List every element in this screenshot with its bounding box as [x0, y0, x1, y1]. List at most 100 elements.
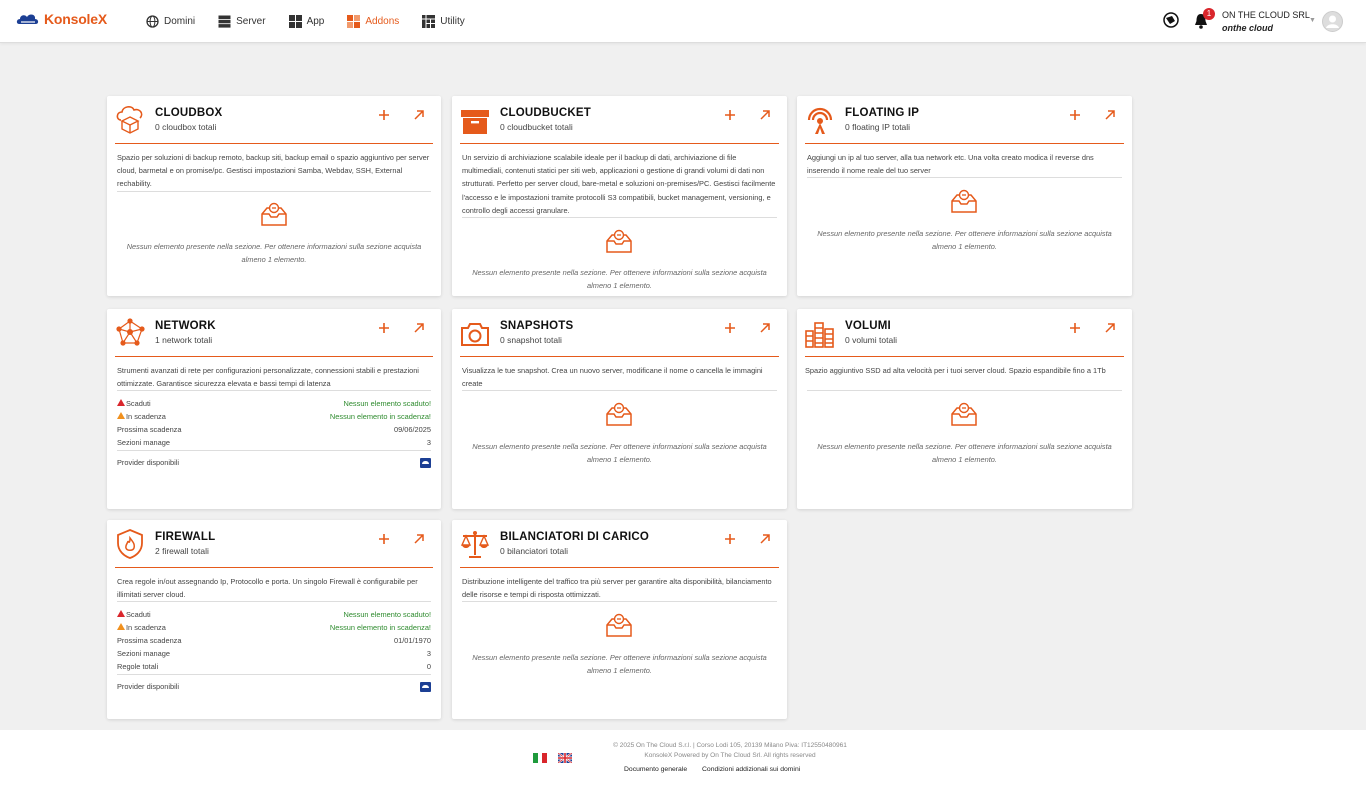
nav-item-app[interactable]: App [288, 15, 324, 28]
card-count: 0 volumi totali [845, 335, 897, 345]
arrow-up-right-icon[interactable] [759, 109, 771, 121]
company-switcher[interactable]: ON THE CLOUD SRL onthe cloud [1222, 9, 1310, 35]
nav-item-server[interactable]: Server [218, 15, 266, 28]
empty-inbox-icon [951, 402, 977, 426]
stat-expired: Scaduti Nessun elemento scaduto! [117, 608, 431, 621]
plus-icon[interactable] [1068, 108, 1082, 122]
card-description: Spazio aggiuntivo SSD ad alta velocità p… [805, 366, 1106, 375]
provider-logo[interactable] [420, 682, 431, 692]
avatar[interactable] [1322, 11, 1343, 32]
card-snapshots: SNAPSHOTS 0 snapshot totali Visualizza l… [452, 309, 787, 509]
warning-red-icon [117, 610, 125, 617]
arrow-up-right-icon[interactable] [413, 109, 425, 121]
stat-label: Scaduti [126, 399, 151, 408]
card-description: Spazio per soluzioni di backup remoto, b… [117, 153, 430, 189]
card-count: 0 bilanciatori totali [500, 546, 569, 556]
stat-label: In scadenza [126, 412, 166, 421]
card-header: CLOUDBUCKET 0 cloudbucket totali [460, 96, 779, 144]
card-header: SNAPSHOTS 0 snapshot totali [460, 309, 779, 357]
plus-icon[interactable] [377, 108, 391, 122]
divider [117, 674, 431, 675]
utility-icon [422, 15, 436, 28]
card-firewall: FIREWALL 2 firewall totali Crea regole i… [107, 520, 441, 719]
stat-value: 3 [426, 438, 431, 447]
stat-expiring: In scadenza Nessun elemento in scadenza! [117, 621, 431, 634]
stat-value: Nessun elemento in scadenza! [329, 412, 431, 421]
nav-item-addons[interactable]: Addons [347, 15, 399, 28]
stat-label: Sezioni manage [117, 649, 171, 658]
card-header: BILANCIATORI DI CARICO 0 bilanciatori to… [460, 520, 779, 568]
arrow-up-right-icon[interactable] [759, 533, 771, 545]
card-title: BILANCIATORI DI CARICO [500, 531, 649, 543]
company-subtitle: onthe cloud [1222, 23, 1273, 33]
chevron-down-icon[interactable]: ▼ [1309, 17, 1316, 24]
card-count: 1 network totali [155, 335, 213, 345]
arrow-up-right-icon[interactable] [413, 322, 425, 334]
warning-orange-icon [117, 412, 125, 419]
powered-by-line: KonsoleX Powered by On The Cloud Srl. Al… [644, 752, 816, 759]
footer-links: Documento generale Condizioni addizional… [624, 766, 813, 773]
arrow-up-right-icon[interactable] [1104, 109, 1116, 121]
stat-value: 01/01/1970 [394, 636, 431, 645]
italian-flag-icon[interactable] [533, 753, 548, 763]
top-navbar: KonsoleX Domini Server App Addons Utilit… [0, 0, 1366, 43]
stat-label: Scaduti [126, 610, 151, 619]
empty-message: Nessun elemento presente nella sezione. … [126, 242, 422, 264]
konsolex-logo[interactable]: KonsoleX [16, 11, 107, 27]
brand-name: KonsoleX [44, 11, 107, 27]
stat-expired: Scaduti Nessun elemento scaduto! [117, 397, 431, 410]
card-cloudbox: CLOUDBOX 0 cloudbox totali Spazio per so… [107, 96, 441, 296]
nav-item-domini[interactable]: Domini [146, 15, 195, 28]
cloud-logo-icon [16, 14, 39, 24]
addons-icon [347, 15, 361, 28]
card-title: FLOATING IP [845, 107, 920, 119]
arrow-up-right-icon[interactable] [759, 322, 771, 334]
card-title: NETWORK [155, 320, 216, 332]
card-description: Distribuzione intelligente del traffico … [462, 577, 772, 600]
stat-managed-sections: Sezioni manage 3 [117, 436, 431, 449]
support-icon[interactable] [1163, 12, 1179, 28]
card-title: CLOUDBOX [155, 107, 223, 119]
copyright-line: © 2025 On The Cloud S.r.l. | Corso Lodi … [613, 742, 847, 749]
arrow-up-right-icon[interactable] [413, 533, 425, 545]
provider-row: Provider disponibili [117, 456, 431, 469]
empty-inbox-icon [951, 189, 977, 213]
card-description: Crea regole in/out assegnando Ip, Protoc… [117, 577, 418, 600]
card-volumi: VOLUMI 0 volumi totali Spazio aggiuntivo… [797, 309, 1132, 509]
empty-message: Nessun elemento presente nella sezione. … [817, 442, 1112, 464]
plus-icon[interactable] [723, 532, 737, 546]
stat-next-expiry: Prossima scadenza 01/01/1970 [117, 634, 431, 647]
empty-message: Nessun elemento presente nella sezione. … [472, 442, 767, 464]
plus-icon[interactable] [1068, 321, 1082, 335]
provider-label: Provider disponibili [117, 682, 180, 691]
card-count: 0 cloudbucket totali [500, 122, 573, 132]
plus-icon[interactable] [723, 108, 737, 122]
stat-label: Sezioni manage [117, 438, 171, 447]
nav-item-utility[interactable]: Utility [422, 15, 465, 28]
empty-inbox-icon [606, 229, 632, 253]
arrow-up-right-icon[interactable] [1104, 322, 1116, 334]
card-header: CLOUDBOX 0 cloudbox totali [115, 96, 433, 144]
card-floating-ip: FLOATING IP 0 floating IP totali Aggiung… [797, 96, 1132, 296]
globe-icon [146, 15, 159, 28]
link-documento-generale[interactable]: Documento generale [624, 766, 687, 773]
provider-logo[interactable] [420, 458, 431, 468]
network-icon [116, 318, 145, 346]
broadcast-icon [807, 107, 833, 134]
main-nav: Domini Server App Addons Utility [146, 0, 488, 43]
stat-next-expiry: Prossima scadenza 09/06/2025 [117, 423, 431, 436]
nav-label: Addons [365, 16, 400, 27]
plus-icon[interactable] [377, 321, 391, 335]
stat-value: Nessun elemento scaduto! [343, 399, 431, 408]
plus-icon[interactable] [723, 321, 737, 335]
footer: © 2025 On The Cloud S.r.l. | Corso Lodi … [0, 730, 1366, 787]
camera-icon [461, 323, 489, 346]
empty-inbox-icon [606, 613, 632, 637]
divider [462, 601, 777, 602]
card-cloudbucket: CLOUDBUCKET 0 cloudbucket totali Un serv… [452, 96, 787, 296]
link-condizioni-domini[interactable]: Condizioni addizionali sui domini [702, 766, 800, 773]
stat-managed-sections: Sezioni manage 3 [117, 647, 431, 660]
plus-icon[interactable] [377, 532, 391, 546]
card-title: VOLUMI [845, 320, 891, 332]
stat-label: Prossima scadenza [117, 425, 182, 434]
